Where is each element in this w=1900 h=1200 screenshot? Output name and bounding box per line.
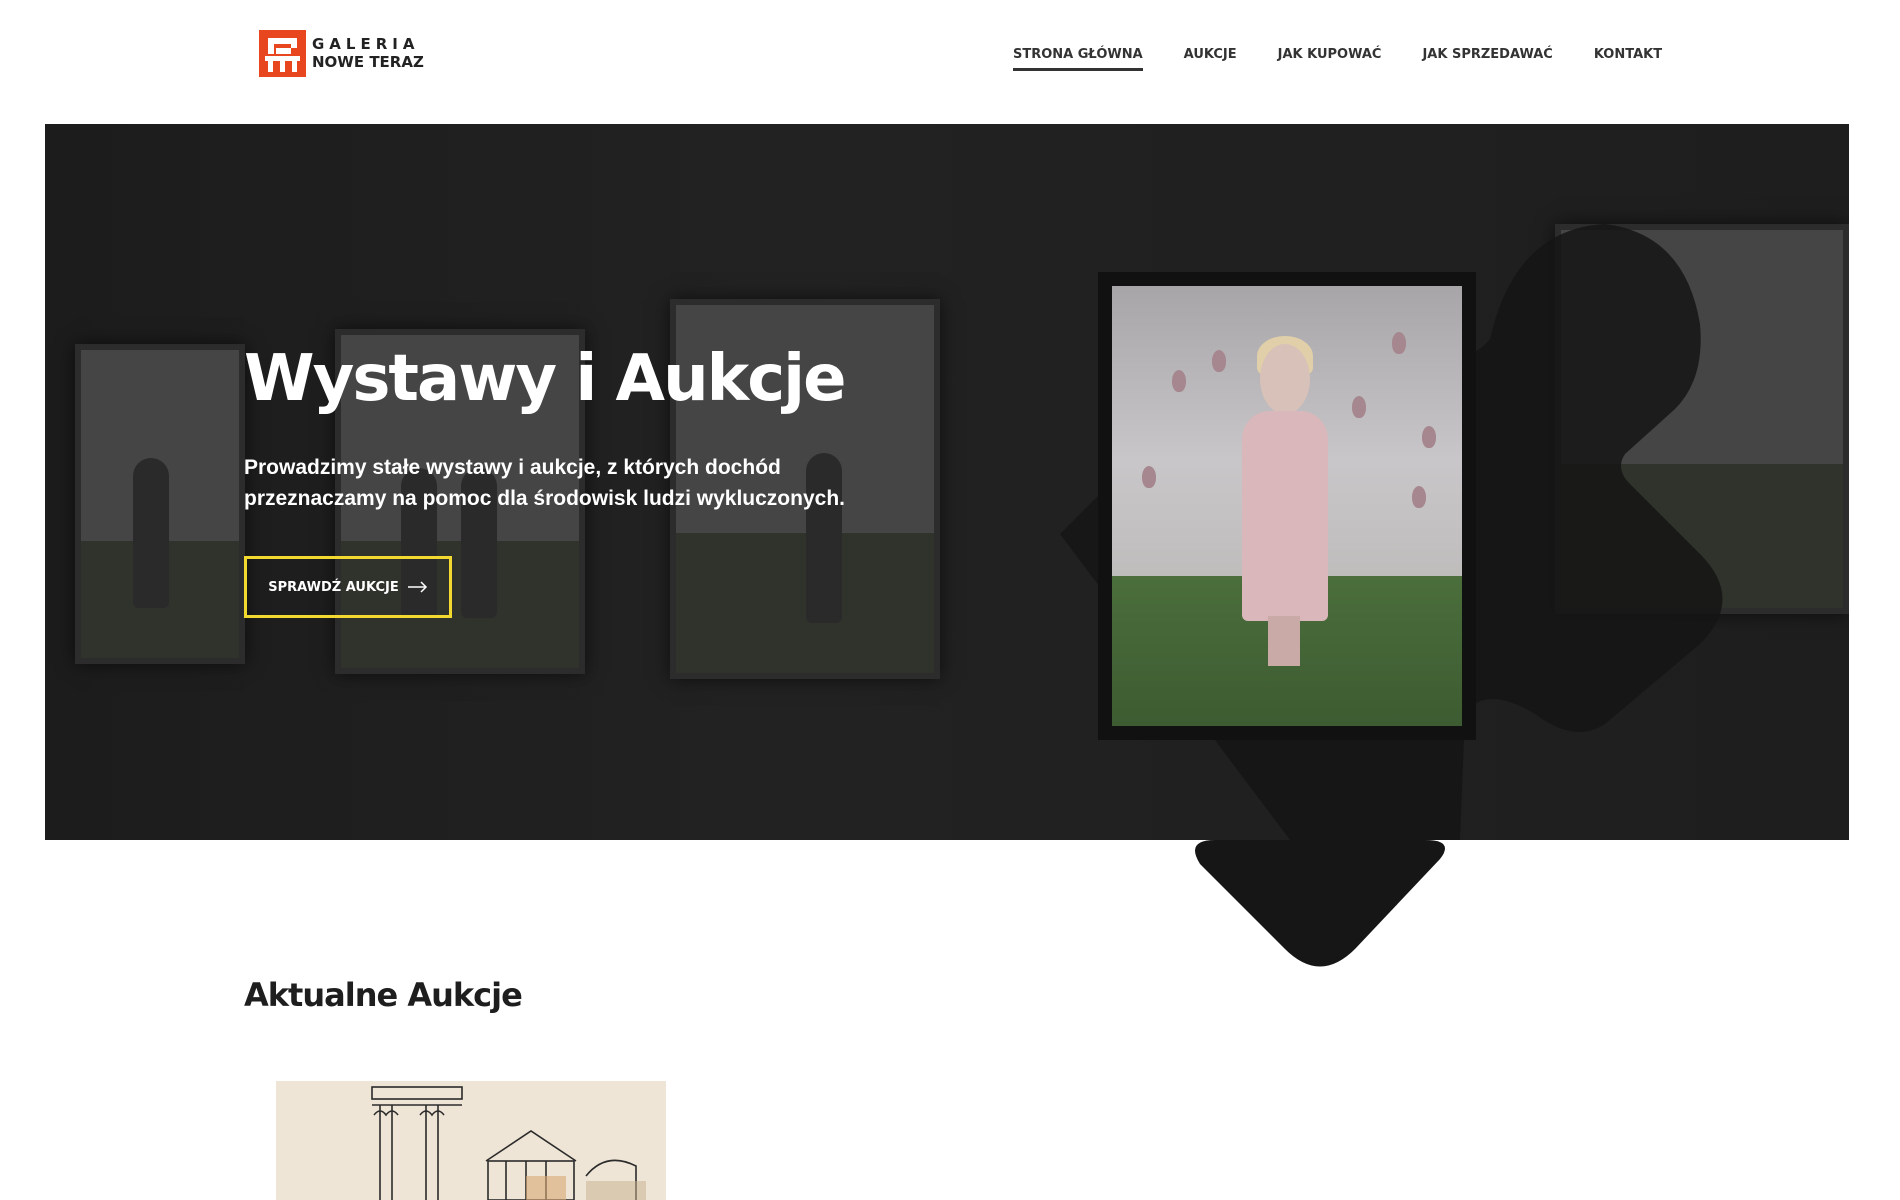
check-auctions-button[interactable]: SPRAWDŹ AUKCJE: [244, 556, 452, 618]
nav-item-auctions[interactable]: AUKCJE: [1184, 47, 1237, 71]
check-auctions-label: SPRAWDŹ AUKCJE: [268, 579, 399, 595]
current-auctions-title: Aktualne Aukcje: [244, 976, 523, 1014]
auction-card-image[interactable]: [276, 1081, 666, 1200]
main-nav: STRONA GŁÓWNA AUKCJE JAK KUPOWAĆ JAK SPR…: [1013, 47, 1703, 71]
site-header: GALERIA NOWE TERAZ STRONA GŁÓWNA AUKCJE …: [0, 0, 1900, 124]
arrow-right-icon: [407, 581, 427, 593]
hero-title: Wystawy i Aukcje: [244, 342, 846, 416]
nav-item-contact[interactable]: KONTAKT: [1594, 47, 1662, 71]
nav-item-how-to-buy[interactable]: JAK KUPOWAĆ: [1278, 47, 1382, 71]
logo-line2: NOWE TERAZ: [312, 53, 424, 71]
logo-icon: [259, 30, 306, 77]
nav-item-how-to-sell[interactable]: JAK SPRZEDAWAĆ: [1422, 47, 1552, 71]
featured-painting-image: [1098, 272, 1476, 740]
hero-subtitle: Prowadzimy stałe wystawy i aukcje, z któ…: [244, 456, 845, 510]
logo-line1: GALERIA: [312, 35, 420, 53]
nav-item-home[interactable]: STRONA GŁÓWNA: [1013, 47, 1143, 71]
decorative-shape: [1195, 840, 1445, 967]
hero-section: Wystawy i Aukcje Prowadzimy stałe wystaw…: [45, 124, 1849, 967]
logo[interactable]: GALERIA NOWE TERAZ: [259, 30, 424, 77]
